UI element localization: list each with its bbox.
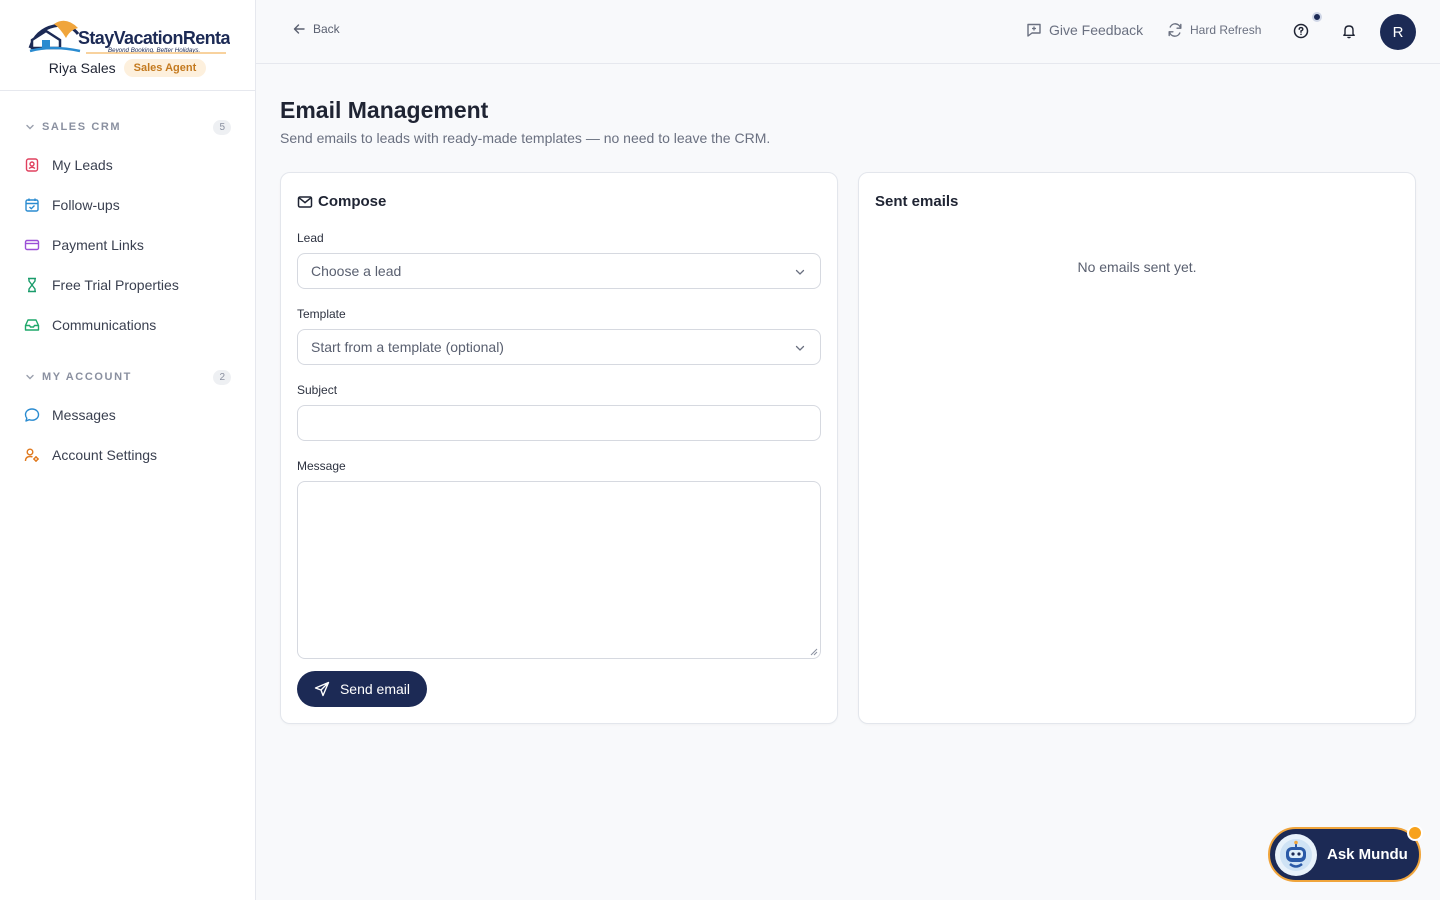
- user-name: Riya Sales: [48, 60, 116, 76]
- sent-emails-card: Sent emails No emails sent yet.: [858, 172, 1416, 724]
- hard-refresh-button[interactable]: Hard Refresh: [1167, 22, 1261, 38]
- lead-select-value: Choose a lead: [311, 263, 402, 279]
- sidebar-item-label: Account Settings: [52, 447, 158, 463]
- subject-label: Subject: [297, 383, 338, 397]
- notification-dot: [1312, 12, 1322, 22]
- empty-state: No emails sent yet.: [1077, 259, 1197, 275]
- inbox-icon: [24, 319, 40, 331]
- role-badge: Sales Agent: [123, 59, 207, 77]
- contact-card-icon: [25, 158, 39, 172]
- sidebar-item-communications[interactable]: Communications: [0, 305, 255, 345]
- mail-icon: [297, 195, 313, 208]
- avatar[interactable]: R: [1380, 14, 1416, 50]
- sidebar-item-messages[interactable]: Messages: [0, 395, 255, 435]
- refresh-label: Hard Refresh: [1190, 23, 1262, 37]
- notifications-button[interactable]: [1341, 23, 1357, 39]
- sidebar-item-label: Payment Links: [52, 237, 144, 253]
- sidebar-item-label: Messages: [52, 407, 116, 423]
- template-select[interactable]: Start from a template (optional): [297, 329, 821, 365]
- section-header-my-account[interactable]: MY ACCOUNT 2: [0, 369, 255, 385]
- chevron-down-icon: [795, 345, 805, 351]
- brand-block: StayVacationRentals Beyond Booking. Bett…: [0, 0, 255, 91]
- robot-icon: [1280, 838, 1312, 871]
- help-button[interactable]: [1293, 23, 1309, 39]
- back-label: Back: [313, 22, 340, 36]
- page-title: Email Management: [280, 97, 489, 123]
- bell-icon: [1343, 25, 1355, 39]
- send-icon: [314, 681, 330, 697]
- current-user: Riya Sales Sales Agent: [48, 59, 207, 77]
- template-label: Template: [297, 307, 346, 321]
- section-header-sales-crm[interactable]: SALES CRM 5: [0, 119, 255, 135]
- compose-title: Compose: [297, 193, 386, 210]
- help-circle-icon: [1293, 23, 1309, 39]
- send-email-button[interactable]: Send email: [297, 671, 427, 707]
- message-textarea[interactable]: [297, 481, 821, 659]
- section-my-account: MY ACCOUNT 2 Messages Account Settings: [0, 369, 255, 475]
- stay-vacation-rentals-logo[interactable]: StayVacationRentals Beyond Booking. Bett…: [26, 18, 230, 58]
- sidebar-item-label: Free Trial Properties: [52, 277, 179, 293]
- section-count: 2: [213, 369, 231, 385]
- sidebar-item-payment-links[interactable]: Payment Links: [0, 225, 255, 265]
- resize-grip-icon[interactable]: [810, 648, 818, 656]
- lead-select[interactable]: Choose a lead: [297, 253, 821, 289]
- sidebar-item-account-settings[interactable]: Account Settings: [0, 435, 255, 475]
- feedback-icon: [1027, 23, 1041, 37]
- arrow-left-icon: [293, 24, 305, 34]
- send-email-label: Send email: [339, 681, 411, 697]
- section-sales-crm: SALES CRM 5 My Leads Follow-ups Payment …: [0, 119, 255, 345]
- ask-mundu-button[interactable]: Ask Mundu: [1268, 827, 1421, 882]
- sent-emails-title: Sent emails: [875, 193, 959, 210]
- message-label: Message: [297, 459, 346, 473]
- user-cog-icon: [24, 448, 39, 462]
- sidebar: StayVacationRentals Beyond Booking. Bett…: [0, 0, 256, 900]
- compose-title-text: Compose: [318, 193, 387, 210]
- page-subtitle: Send emails to leads with ready-made tem…: [280, 130, 771, 146]
- back-button[interactable]: Back: [292, 22, 340, 36]
- status-dot: [1407, 825, 1423, 841]
- mundu-avatar: [1275, 833, 1317, 876]
- sidebar-item-label: My Leads: [52, 157, 113, 173]
- refresh-icon: [1168, 23, 1182, 37]
- give-feedback-button[interactable]: Give Feedback: [1026, 22, 1143, 38]
- feedback-label: Give Feedback: [1049, 22, 1144, 38]
- section-title: SALES CRM: [42, 121, 122, 133]
- subject-input[interactable]: [297, 405, 821, 441]
- calendar-check-icon: [25, 198, 39, 212]
- chevron-down-icon: [795, 269, 805, 275]
- compose-card: Compose Lead Choose a lead Template Star…: [280, 172, 838, 724]
- chat-bubble-icon: [24, 408, 40, 422]
- sidebar-item-free-trial-properties[interactable]: Free Trial Properties: [0, 265, 255, 305]
- lead-label: Lead: [297, 231, 324, 245]
- logo-wordmark: StayVacationRentals: [78, 28, 230, 48]
- chevron-down-icon: [26, 124, 34, 130]
- sidebar-item-follow-ups[interactable]: Follow-ups: [0, 185, 255, 225]
- hourglass-icon: [28, 277, 36, 293]
- credit-card-icon: [24, 239, 40, 251]
- section-title: MY ACCOUNT: [42, 371, 132, 383]
- chevron-down-icon: [26, 374, 34, 380]
- top-bar: Back Give Feedback Hard Refresh R: [256, 0, 1440, 64]
- sidebar-item-label: Communications: [52, 317, 157, 333]
- sidebar-item-label: Follow-ups: [52, 197, 120, 213]
- sidebar-item-my-leads[interactable]: My Leads: [0, 145, 255, 185]
- section-count: 5: [213, 119, 231, 135]
- ask-mundu-label: Ask Mundu: [1327, 846, 1408, 863]
- template-select-value: Start from a template (optional): [311, 339, 504, 355]
